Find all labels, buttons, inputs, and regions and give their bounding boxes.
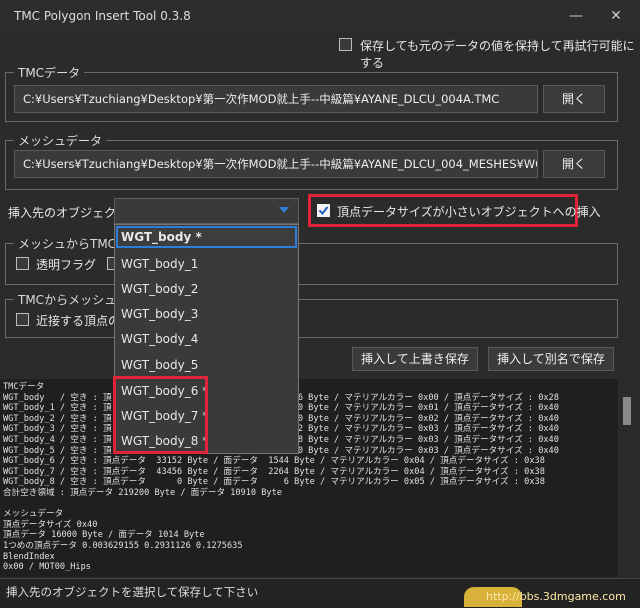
insert-overwrite-button[interactable]: 挿入して上書き保存 — [352, 347, 478, 371]
transparent-flag-label: 透明フラグ — [36, 258, 97, 272]
scrollbar-thumb[interactable] — [623, 397, 631, 425]
small-vertex-checkbox[interactable] — [317, 204, 330, 217]
keep-original-label: 保存しても元のデータの値を保持して再試行可能にする — [360, 39, 635, 70]
watermark-text: http://bbs.3dmgame.com — [486, 590, 626, 603]
mesh-path-field[interactable]: C:¥Users¥Tzuchiang¥Desktop¥第一次作MOD就上手--中… — [14, 150, 538, 178]
window-title: TMC Polygon Insert Tool 0.3.8 — [14, 9, 191, 23]
dropdown-item[interactable]: WGT_body_4 — [121, 332, 198, 346]
dropdown-item[interactable]: WGT_body_2 — [121, 282, 198, 296]
small-vertex-label: 頂点データサイズが小さいオブジェクトへの挿入 — [337, 205, 601, 219]
log-scrollbar[interactable] — [620, 379, 634, 577]
minimize-button[interactable]: — — [562, 4, 590, 28]
dropdown-item[interactable]: WGT_body_3 — [121, 307, 198, 321]
tmc-legend: TMCデータ — [14, 64, 85, 81]
dropdown-item[interactable]: WGT_body * — [121, 230, 202, 244]
transparent-flag-checkbox[interactable] — [16, 257, 29, 270]
status-text: 挿入先のオブジェクトを選択して保存して下さい — [6, 585, 259, 599]
close-button[interactable]: ✕ — [602, 4, 630, 28]
target-object-label: 挿入先のオブジェクト — [8, 206, 129, 220]
dropdown-item[interactable]: WGT_body_5 — [121, 358, 198, 372]
tmc-open-button[interactable]: 開く — [543, 85, 605, 113]
target-object-combobox[interactable] — [114, 198, 299, 224]
chevron-down-icon — [279, 207, 289, 213]
tmc-path-field[interactable]: C:¥Users¥Tzuchiang¥Desktop¥第一次作MOD就上手--中… — [14, 85, 538, 113]
dropdown-item[interactable]: WGT_body_1 — [121, 257, 198, 271]
insert-save-as-button[interactable]: 挿入して別名で保存 — [488, 347, 614, 371]
log-area[interactable]: TMCデータ WGT_body / 空き : 頂 6 Byte / マテリアルカ… — [0, 379, 618, 577]
mesh-legend: メッシュデータ — [14, 132, 107, 149]
keep-original-checkbox[interactable] — [339, 38, 352, 51]
dropdown-highlight — [113, 376, 208, 454]
nearby-vertex-checkbox[interactable] — [16, 313, 29, 326]
check-icon — [318, 206, 329, 216]
mesh-open-button[interactable]: 開く — [543, 150, 605, 178]
